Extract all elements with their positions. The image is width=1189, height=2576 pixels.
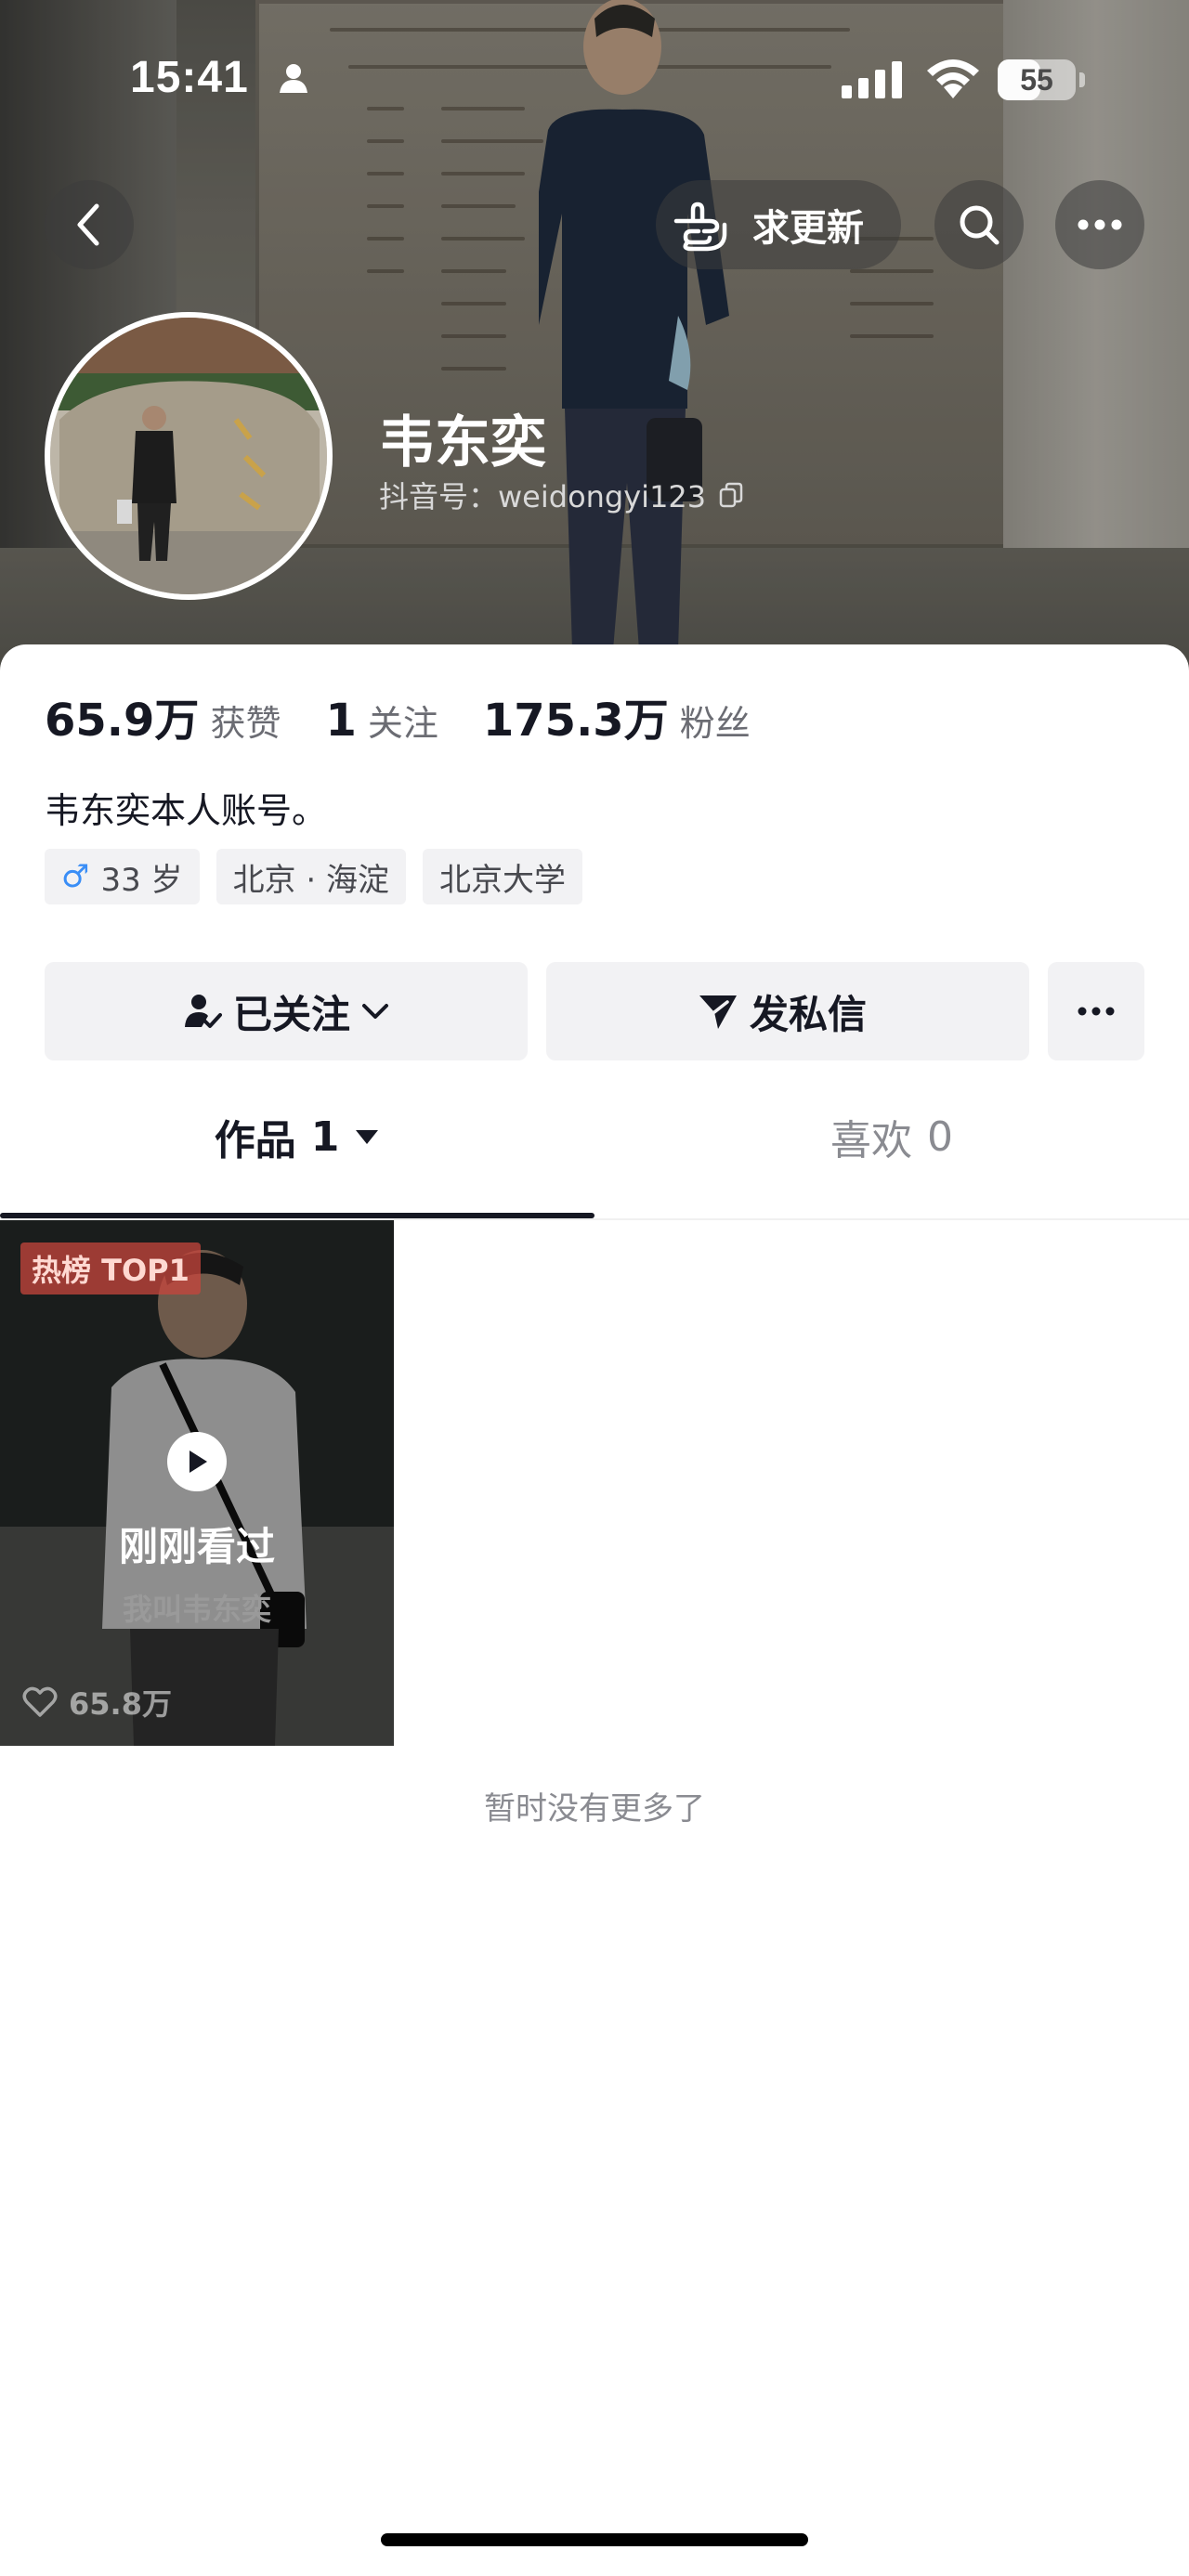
stat-followers[interactable]: 175.3万 粉丝 bbox=[483, 683, 751, 748]
more-icon bbox=[1078, 219, 1122, 230]
battery-percent: 55 bbox=[1020, 63, 1053, 97]
play-icon bbox=[167, 1432, 227, 1491]
profile-name: 韦东奕 bbox=[379, 410, 546, 475]
more-icon bbox=[1078, 1007, 1115, 1016]
stat-likes-label: 获赞 bbox=[210, 703, 281, 744]
douyin-id-text: 抖音号：weidongyi123 bbox=[379, 479, 707, 514]
content-tabs: 作品 1 喜欢 0 bbox=[0, 1090, 1189, 1183]
tab-works[interactable]: 作品 1 bbox=[0, 1090, 594, 1183]
video-likes-count: 65.8万 bbox=[69, 1686, 172, 1722]
paper-plane-icon bbox=[699, 995, 737, 1029]
stat-followers-label: 粉丝 bbox=[679, 703, 751, 744]
search-icon bbox=[960, 205, 1000, 245]
wifi-icon bbox=[927, 59, 979, 98]
male-icon: ♂ bbox=[61, 858, 90, 895]
video-caption: 我叫韦东奕 bbox=[122, 1592, 271, 1627]
heart-icon bbox=[22, 1686, 58, 1717]
search-button[interactable] bbox=[934, 180, 1024, 269]
home-indicator[interactable] bbox=[381, 2533, 808, 2546]
no-more-content-text: 暂时没有更多了 bbox=[484, 1790, 705, 1828]
stat-following[interactable]: 1 关注 bbox=[325, 695, 438, 747]
stat-likes[interactable]: 65.9万 获赞 bbox=[45, 683, 281, 748]
tab-likes-count: 0 bbox=[927, 1112, 953, 1161]
recently-watched-label: 刚刚看过 bbox=[118, 1524, 275, 1569]
avatar-photo bbox=[50, 318, 327, 594]
followed-label: 已关注 bbox=[232, 991, 350, 1037]
video-likes: 65.8万 bbox=[22, 1681, 172, 1724]
user-check-icon bbox=[184, 995, 222, 1028]
tag-age-label: 33 岁 bbox=[100, 861, 183, 899]
copy-icon[interactable] bbox=[719, 482, 743, 508]
tab-works-count: 1 bbox=[310, 1112, 340, 1161]
stat-following-value: 1 bbox=[325, 695, 357, 747]
hand-pointer-icon bbox=[673, 202, 727, 252]
send-message-button[interactable]: 发私信 bbox=[546, 962, 1029, 1060]
tag-gender-age: ♂ 33 岁 bbox=[45, 849, 200, 904]
tag-school[interactable]: 北京大学 bbox=[423, 849, 582, 904]
battery-tip bbox=[1079, 72, 1085, 87]
douyin-id[interactable]: 抖音号：weidongyi123 bbox=[379, 474, 743, 516]
followed-button[interactable]: 已关注 bbox=[45, 962, 528, 1060]
stat-following-label: 关注 bbox=[367, 703, 438, 744]
person-status-icon bbox=[280, 64, 307, 93]
status-time: 15:41 bbox=[130, 53, 249, 102]
chevron-down-icon bbox=[362, 1004, 388, 1019]
stat-likes-value: 65.9万 bbox=[45, 695, 200, 747]
action-buttons: 已关注 发私信 bbox=[45, 962, 1144, 1060]
more-actions-button[interactable] bbox=[1048, 962, 1144, 1060]
request-update-button[interactable]: 求更新 bbox=[656, 180, 901, 269]
tab-active-indicator bbox=[0, 1213, 594, 1218]
profile-bio: 韦东奕本人账号。 bbox=[45, 790, 328, 831]
stat-followers-value: 175.3万 bbox=[482, 695, 669, 747]
back-button[interactable] bbox=[45, 180, 134, 269]
avatar[interactable] bbox=[45, 312, 333, 600]
profile-tags: ♂ 33 岁 北京 · 海淀 北京大学 bbox=[45, 849, 599, 904]
caret-down-icon bbox=[356, 1130, 379, 1144]
tag-location: 北京 · 海淀 bbox=[216, 849, 406, 904]
request-update-label: 求更新 bbox=[752, 207, 864, 250]
cellular-signal-icon bbox=[842, 61, 902, 98]
more-options-button[interactable] bbox=[1055, 180, 1144, 269]
tab-likes-label: 喜欢 bbox=[830, 1117, 912, 1164]
tab-works-label: 作品 bbox=[214, 1117, 296, 1164]
back-icon bbox=[77, 203, 99, 246]
stats-row: 65.9万 获赞 1 关注 175.3万 粉丝 bbox=[45, 683, 795, 748]
battery-indicator: 55 bbox=[998, 59, 1076, 100]
hot-ranking-badge: 热榜 TOP1 bbox=[20, 1242, 201, 1295]
video-thumbnail[interactable]: 热榜 TOP1 刚刚看过 我叫韦东奕 65.8万 bbox=[0, 1220, 394, 1746]
send-message-label: 发私信 bbox=[749, 991, 867, 1037]
tab-likes[interactable]: 喜欢 0 bbox=[594, 1090, 1189, 1183]
profile-card: 65.9万 获赞 1 关注 175.3万 粉丝 韦东奕本人账号。 ♂ 33 岁 … bbox=[0, 644, 1189, 2576]
